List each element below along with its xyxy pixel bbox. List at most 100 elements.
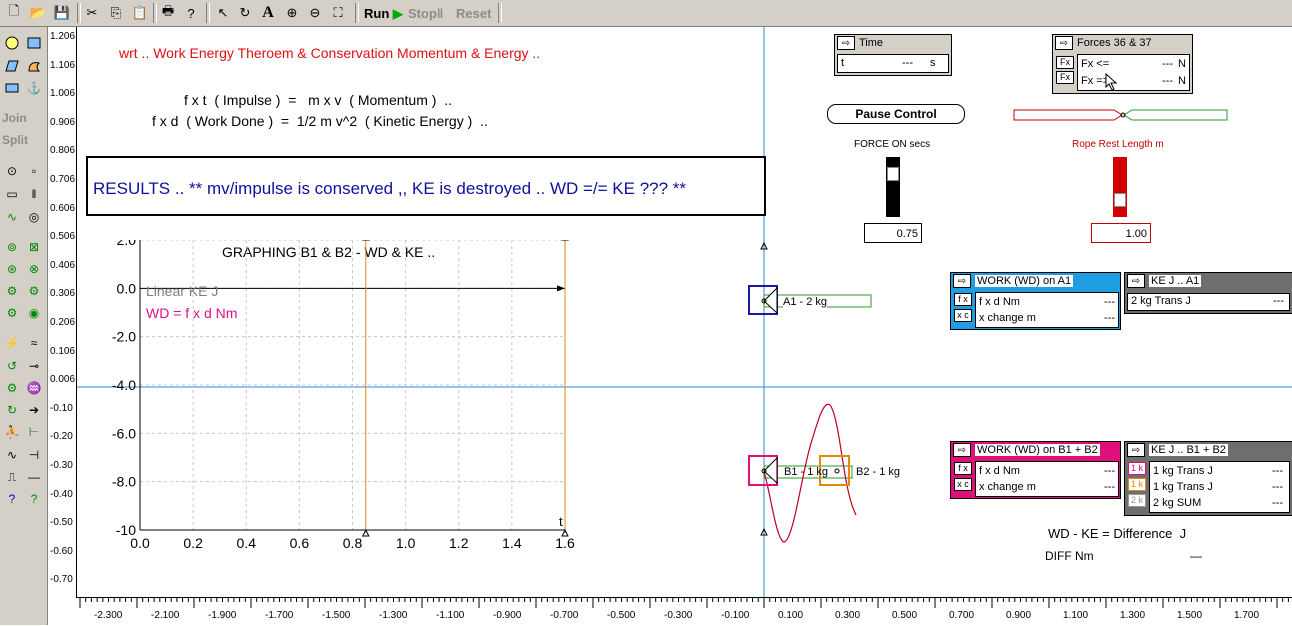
arrow-right-icon[interactable]: ⇨ [1055, 36, 1073, 50]
torque-icon[interactable]: ↺ [2, 356, 22, 376]
cut-icon[interactable]: ✂ [82, 3, 102, 23]
results-box: RESULTS .. ** mv/impulse is conserved ,,… [86, 156, 766, 216]
force-right-unit: N [1178, 75, 1186, 87]
square-point-icon[interactable]: ▫ [24, 161, 44, 181]
x-tick-label: 0.8 [343, 535, 363, 551]
time-header: ⇨ Time [835, 35, 883, 51]
pulley-icon[interactable]: ⊸ [24, 356, 44, 376]
person-icon[interactable]: ⛹ [2, 422, 22, 442]
link-icon[interactable]: ⊢ [24, 422, 44, 442]
open-folder-icon[interactable]: 📂 [28, 3, 48, 23]
xc-tag: x c [954, 309, 972, 322]
pin-joint-icon[interactable]: ⊚ [2, 237, 22, 257]
y-tick-label: -8.0 [112, 474, 136, 490]
rectangle-tool-icon[interactable] [24, 33, 44, 53]
new-file-icon[interactable]: 🗋 [4, 3, 24, 23]
vruler-tick: -0.10 [50, 402, 73, 414]
rotate-tool-icon[interactable]: ↻ [2, 400, 22, 420]
force-icon[interactable]: ⚡ [2, 333, 22, 353]
save-icon[interactable]: 💾 [52, 3, 72, 23]
gear-icon[interactable]: ⚙ [2, 303, 22, 323]
ke-a1-value: --- [1273, 295, 1284, 307]
fx-tag: Fx [1056, 56, 1074, 69]
print-icon[interactable]: 🖶 [158, 3, 178, 23]
ke-a1-header: ⇨ KE J .. A1 [1125, 273, 1202, 289]
force-on-slider[interactable] [886, 157, 900, 217]
copy-icon[interactable]: ⎘ [106, 3, 126, 23]
polygon-tool-icon[interactable] [2, 56, 22, 76]
y-tick-label: 0.0 [117, 280, 137, 296]
help-icon[interactable]: ? [181, 3, 201, 23]
arrow-right-icon[interactable]: ➔ [24, 400, 44, 420]
motor-icon[interactable]: ⚙ [2, 281, 22, 301]
pointer-icon[interactable]: ↖ [213, 3, 233, 23]
separator-icon[interactable]: ‖ [24, 184, 44, 204]
vruler-tick: 0.706 [50, 174, 76, 185]
work-b-fd-label: f x d Nm [979, 465, 1020, 477]
stop-button[interactable]: Stop‖ [408, 6, 443, 21]
anchor-marker [760, 527, 768, 536]
pause-control-button[interactable]: Pause Control [827, 104, 965, 124]
ke-b1-value: --- [1272, 465, 1283, 477]
run-button[interactable]: Run ▶ [364, 6, 403, 22]
meter-icon[interactable]: ? [24, 489, 44, 509]
arrow-right-icon[interactable]: ⇨ [953, 274, 971, 288]
zoom-fit-icon[interactable]: ⛶ [328, 3, 348, 23]
damper-icon[interactable]: ◎ [24, 207, 44, 227]
rod-icon[interactable]: ▭ [2, 184, 22, 204]
rigid-joint-icon[interactable]: ⊛ [2, 259, 22, 279]
split-button[interactable]: Split [2, 133, 28, 147]
vruler-tick: 0.206 [50, 317, 76, 328]
wave-icon[interactable]: ∿ [2, 445, 22, 465]
arrow-right-icon[interactable]: ⇨ [837, 36, 855, 50]
x-tick-label: 0.0 [130, 535, 150, 551]
keyed-joint-icon[interactable]: ⊗ [24, 259, 44, 279]
water-icon[interactable]: ♒ [24, 378, 44, 398]
arrow-right-icon[interactable]: ⇨ [1127, 443, 1145, 457]
actuator-icon[interactable]: ⚙ [24, 281, 44, 301]
work-a1-xc-label: x change m [979, 312, 1036, 324]
work-b-header: ⇨ WORK (WD) on B1 + B2 [951, 442, 1100, 458]
work-a1-title: WORK (WD) on A1 [975, 275, 1074, 287]
wd-ke-label: WD - KE = Difference J [1048, 526, 1187, 541]
join-button[interactable]: Join [2, 111, 27, 125]
hruler-tick: -2.300 [94, 610, 123, 621]
vruler-tick: 1.106 [50, 59, 76, 71]
b1-label: B1 - 1 kg [784, 466, 829, 478]
slider-thumb[interactable] [1114, 193, 1126, 207]
rope-rest-input[interactable]: 1.00 [1091, 223, 1151, 243]
slider-thumb[interactable] [887, 167, 899, 181]
hruler-tick: -0.900 [493, 610, 522, 621]
curve-tool-icon[interactable] [24, 56, 44, 76]
time-panel: ⇨ Time t --- s [834, 34, 952, 76]
box-tool-icon[interactable] [2, 78, 22, 98]
force-on-input[interactable]: 0.75 [864, 223, 922, 243]
spring-damper-icon[interactable]: ⊣ [24, 445, 44, 465]
hruler-tick: -2.100 [151, 610, 180, 621]
ke-a1-panel: ⇨ KE J .. A1 2 kg Trans J --- [1124, 272, 1292, 314]
arrow-right-icon[interactable]: ⇨ [953, 443, 971, 457]
diff-label: DIFF Nm [1045, 549, 1094, 563]
paste-icon[interactable]: 📋 [130, 3, 150, 23]
vruler-tick: 0.506 [50, 231, 76, 243]
rotate-icon[interactable]: ↻ [235, 3, 255, 23]
text-tool-icon[interactable]: A [258, 3, 278, 23]
diff-value: — [1190, 549, 1202, 563]
sensor-icon[interactable]: ⎍ [2, 467, 22, 487]
slot-joint-icon[interactable]: ⊠ [24, 237, 44, 257]
arrow-right-icon[interactable]: ⇨ [1127, 274, 1145, 288]
hruler-tick: -1.900 [208, 610, 237, 621]
zigzag-icon[interactable]: ≈ [24, 333, 44, 353]
spring-icon[interactable]: ∿ [2, 207, 22, 227]
line-icon[interactable]: ― [24, 467, 44, 487]
point-element-icon[interactable]: ⊙ [2, 161, 22, 181]
zoom-out-icon[interactable]: ⊖ [305, 3, 325, 23]
reset-button[interactable]: Reset [456, 6, 491, 21]
zoom-in-icon[interactable]: ⊕ [282, 3, 302, 23]
rope-icon[interactable]: ◉ [24, 303, 44, 323]
circle-tool-icon[interactable] [2, 33, 22, 53]
thruster-icon[interactable]: ⚙ [2, 378, 22, 398]
rope-rest-slider[interactable] [1113, 157, 1127, 217]
anchor-icon[interactable]: ⚓ [24, 78, 44, 98]
query-icon[interactable]: ? [2, 489, 22, 509]
